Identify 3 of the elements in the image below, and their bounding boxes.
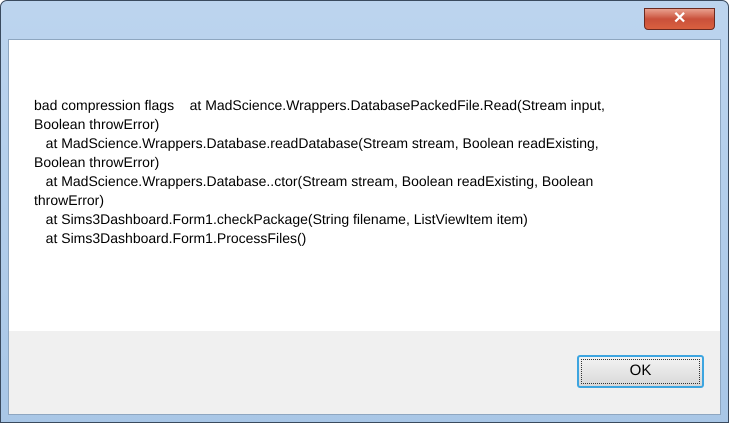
error-message: bad compression flags at MadScience.Wrappers.DatabasePackedFile.Read(Stream input, Boolean throwError) at MadScience.Wrappers.Database.readDatabase(Stream stream, Boolean readExisting, Boolean throwError) at MadScience.Wrappers.Database..ctor(Stream stream, Boolean readExisting, Boolean throwError) at Sims3Dashboard.Form1.checkPackage(String filename, ListViewItem item) at Sims3Dashboard.Form1.ProcessFiles() bbox=[34, 96, 606, 248]
close-button[interactable]: ✕ bbox=[644, 8, 715, 30]
ok-button[interactable]: OK bbox=[577, 355, 704, 388]
